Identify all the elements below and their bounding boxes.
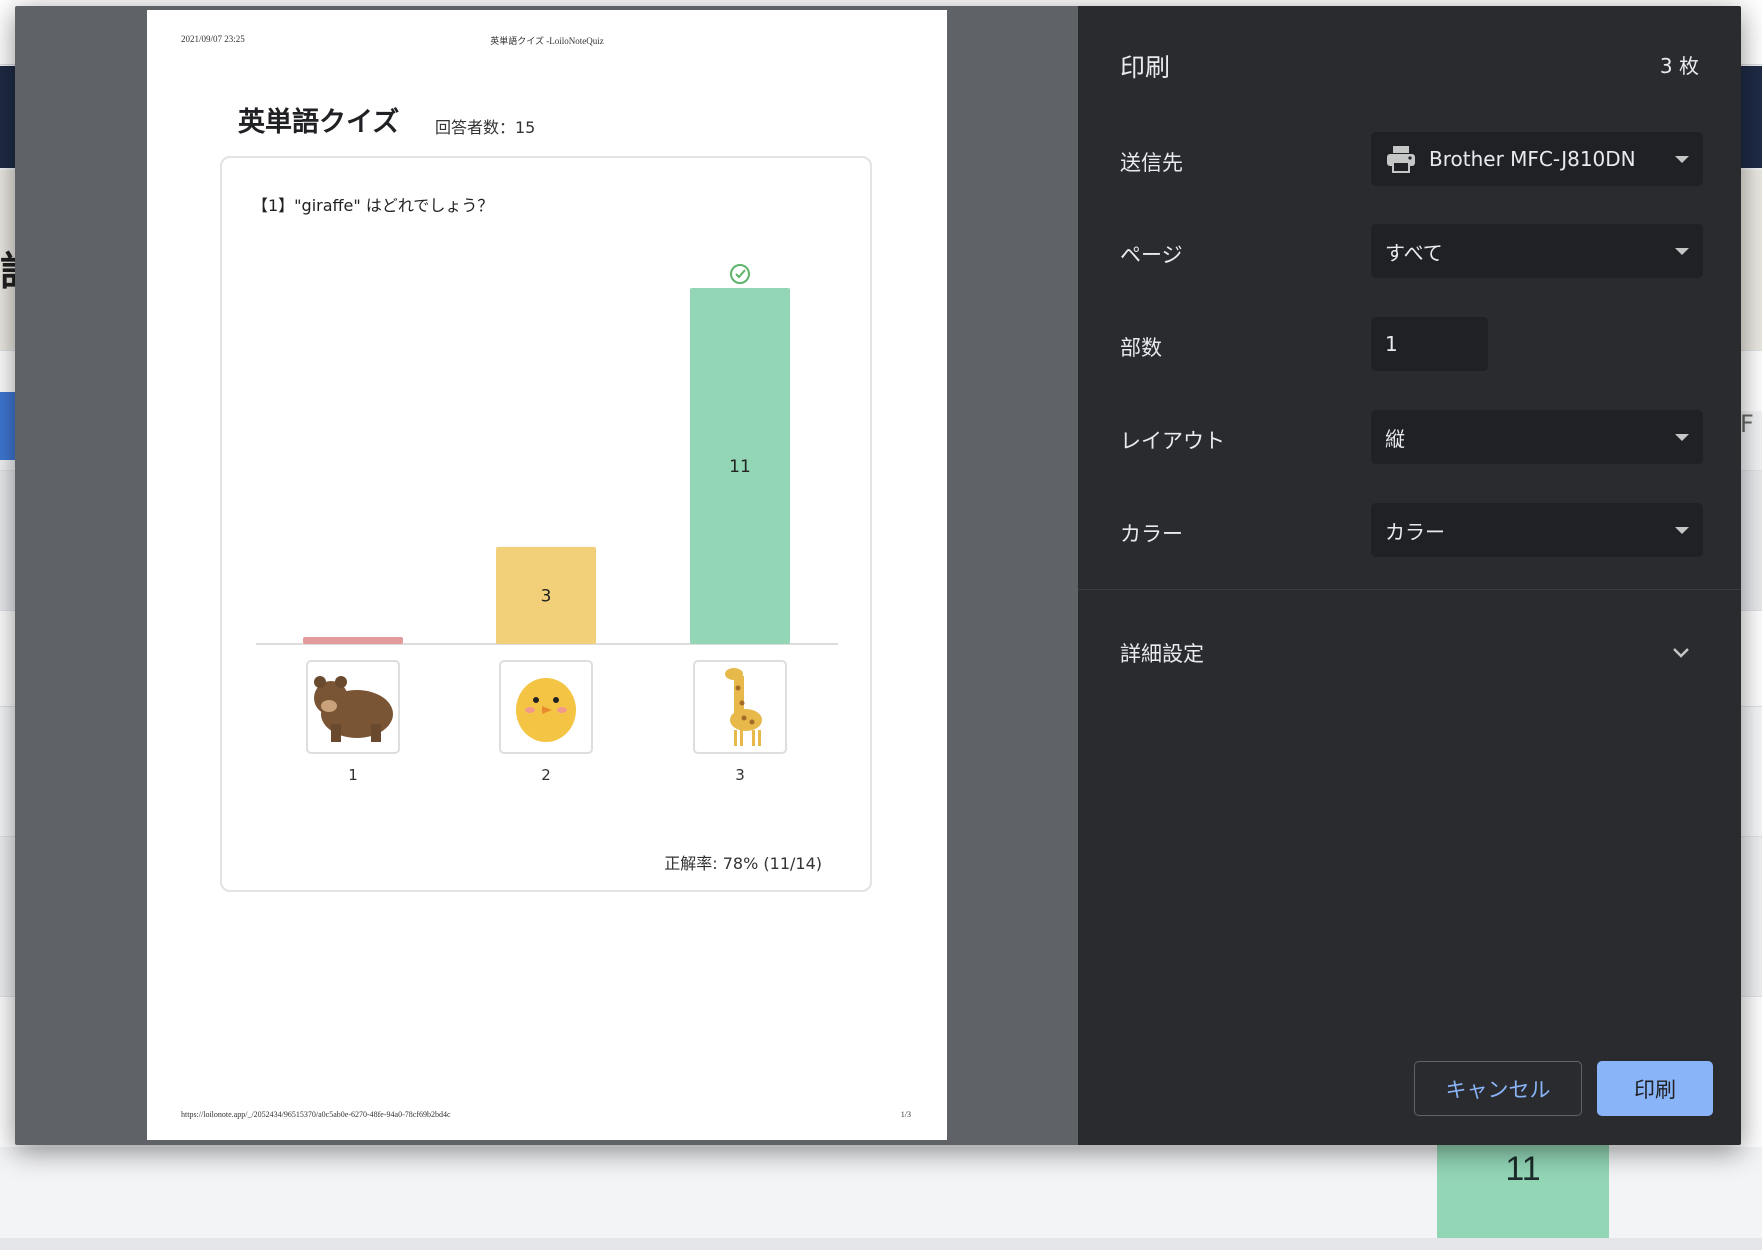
layout-value: 縦 (1385, 426, 1405, 451)
pages-value: すべて (1385, 240, 1443, 265)
giraffe-spot (741, 715, 747, 721)
panel-divider (1078, 589, 1741, 590)
accuracy-text: 正解率: 78% (11/14) (664, 854, 822, 873)
giraffe-leg (740, 730, 743, 746)
giraffe-leg (734, 730, 737, 746)
print-title: 印刷 (1120, 53, 1171, 82)
print-button[interactable]: 印刷 (1597, 1061, 1713, 1116)
background-footer (0, 1238, 1762, 1250)
dropdown-caret-icon (1675, 527, 1689, 534)
background-selected-tab (0, 392, 16, 460)
giraffe-spot (735, 685, 741, 691)
chick-cheek (557, 707, 567, 713)
chart-bar (303, 637, 403, 644)
page-header-title: 英単語クイズ -LoiloNoteQuiz (490, 36, 604, 46)
background-edge-text: e (1740, 28, 1752, 49)
preview-page: 2021/09/07 23:25 英単語クイズ -LoiloNoteQuiz 英… (147, 10, 947, 1140)
layout-select[interactable]: 縦 (1371, 410, 1703, 464)
page-footer-number: 1/3 (900, 1110, 911, 1119)
sheet-count: 3 枚 (1659, 54, 1699, 78)
destination-label: 送信先 (1120, 151, 1183, 175)
print-dialog: 2021/09/07 23:25 英単語クイズ -LoiloNoteQuiz 英… (15, 6, 1741, 1145)
copies-input[interactable]: 1 (1371, 317, 1488, 371)
pages-select[interactable]: すべて (1371, 224, 1703, 278)
chick-eye (553, 697, 559, 703)
respondent-count: 回答者数：15 (435, 118, 536, 137)
giraffe-spot (739, 700, 745, 706)
more-settings-toggle[interactable]: 詳細設定 (1120, 638, 1204, 668)
chick-eye (533, 697, 539, 703)
correct-check-icon (730, 264, 750, 284)
correct-check-mark (735, 269, 746, 279)
color-select[interactable]: カラー (1371, 503, 1703, 557)
chick-cheek (525, 707, 535, 713)
giraffe-body (730, 709, 762, 731)
printer-icon (1387, 146, 1415, 173)
bear-leg (331, 724, 341, 742)
copies-value: 1 (1385, 332, 1398, 356)
giraffe-icon (734, 676, 744, 714)
giraffe-leg (758, 730, 761, 746)
chevron-down-icon[interactable] (1671, 646, 1691, 660)
print-settings-panel: 印刷 3 枚 送信先 Brother MFC-J810DN ページ すべて 部数… (1078, 6, 1741, 1145)
giraffe-head (725, 668, 743, 680)
page-footer-url: https://loilonote.app/_/2052434/96515370… (181, 1110, 451, 1119)
print-preview-area[interactable]: 2021/09/07 23:25 英単語クイズ -LoiloNoteQuiz 英… (15, 6, 1078, 1145)
color-label: カラー (1120, 522, 1183, 546)
chart-category-label: 3 (735, 766, 745, 784)
dropdown-caret-icon (1675, 156, 1689, 163)
color-value: カラー (1385, 519, 1445, 544)
chart-category-label: 2 (541, 766, 551, 784)
answer-bar-chart: 1 3 2 11 3 (256, 264, 838, 784)
dropdown-caret-icon (1675, 434, 1689, 441)
bear-ear (335, 676, 347, 688)
destination-select[interactable]: Brother MFC-J810DN (1371, 132, 1703, 186)
background-bar-value: 11 (1505, 1150, 1541, 1188)
bear-ear (314, 676, 326, 688)
bear-snout (321, 700, 337, 712)
giraffe-spot (749, 719, 755, 725)
background-dots: … (0, 38, 12, 52)
cancel-button[interactable]: キャンセル (1414, 1061, 1582, 1116)
chart-bar-value: 3 (541, 586, 552, 606)
quiz-heading: 英単語クイズ (238, 107, 400, 138)
chart-bar-value: 11 (729, 457, 751, 477)
giraffe-leg (752, 730, 755, 746)
bear-leg (371, 724, 381, 742)
destination-value: Brother MFC-J810DN (1429, 147, 1636, 171)
pages-label: ページ (1120, 243, 1183, 267)
question-card: 【1】"giraffe" はどれでしょう？ 1 3 2 11 3 正解率: 78% (1… (220, 156, 872, 892)
layout-label: レイアウト (1120, 429, 1225, 453)
chart-category-label: 1 (348, 766, 358, 784)
background-bar: 11 (1437, 1142, 1609, 1250)
background-edge-text: F (1740, 410, 1754, 438)
dropdown-caret-icon (1675, 248, 1689, 255)
copies-label: 部数 (1120, 336, 1162, 360)
